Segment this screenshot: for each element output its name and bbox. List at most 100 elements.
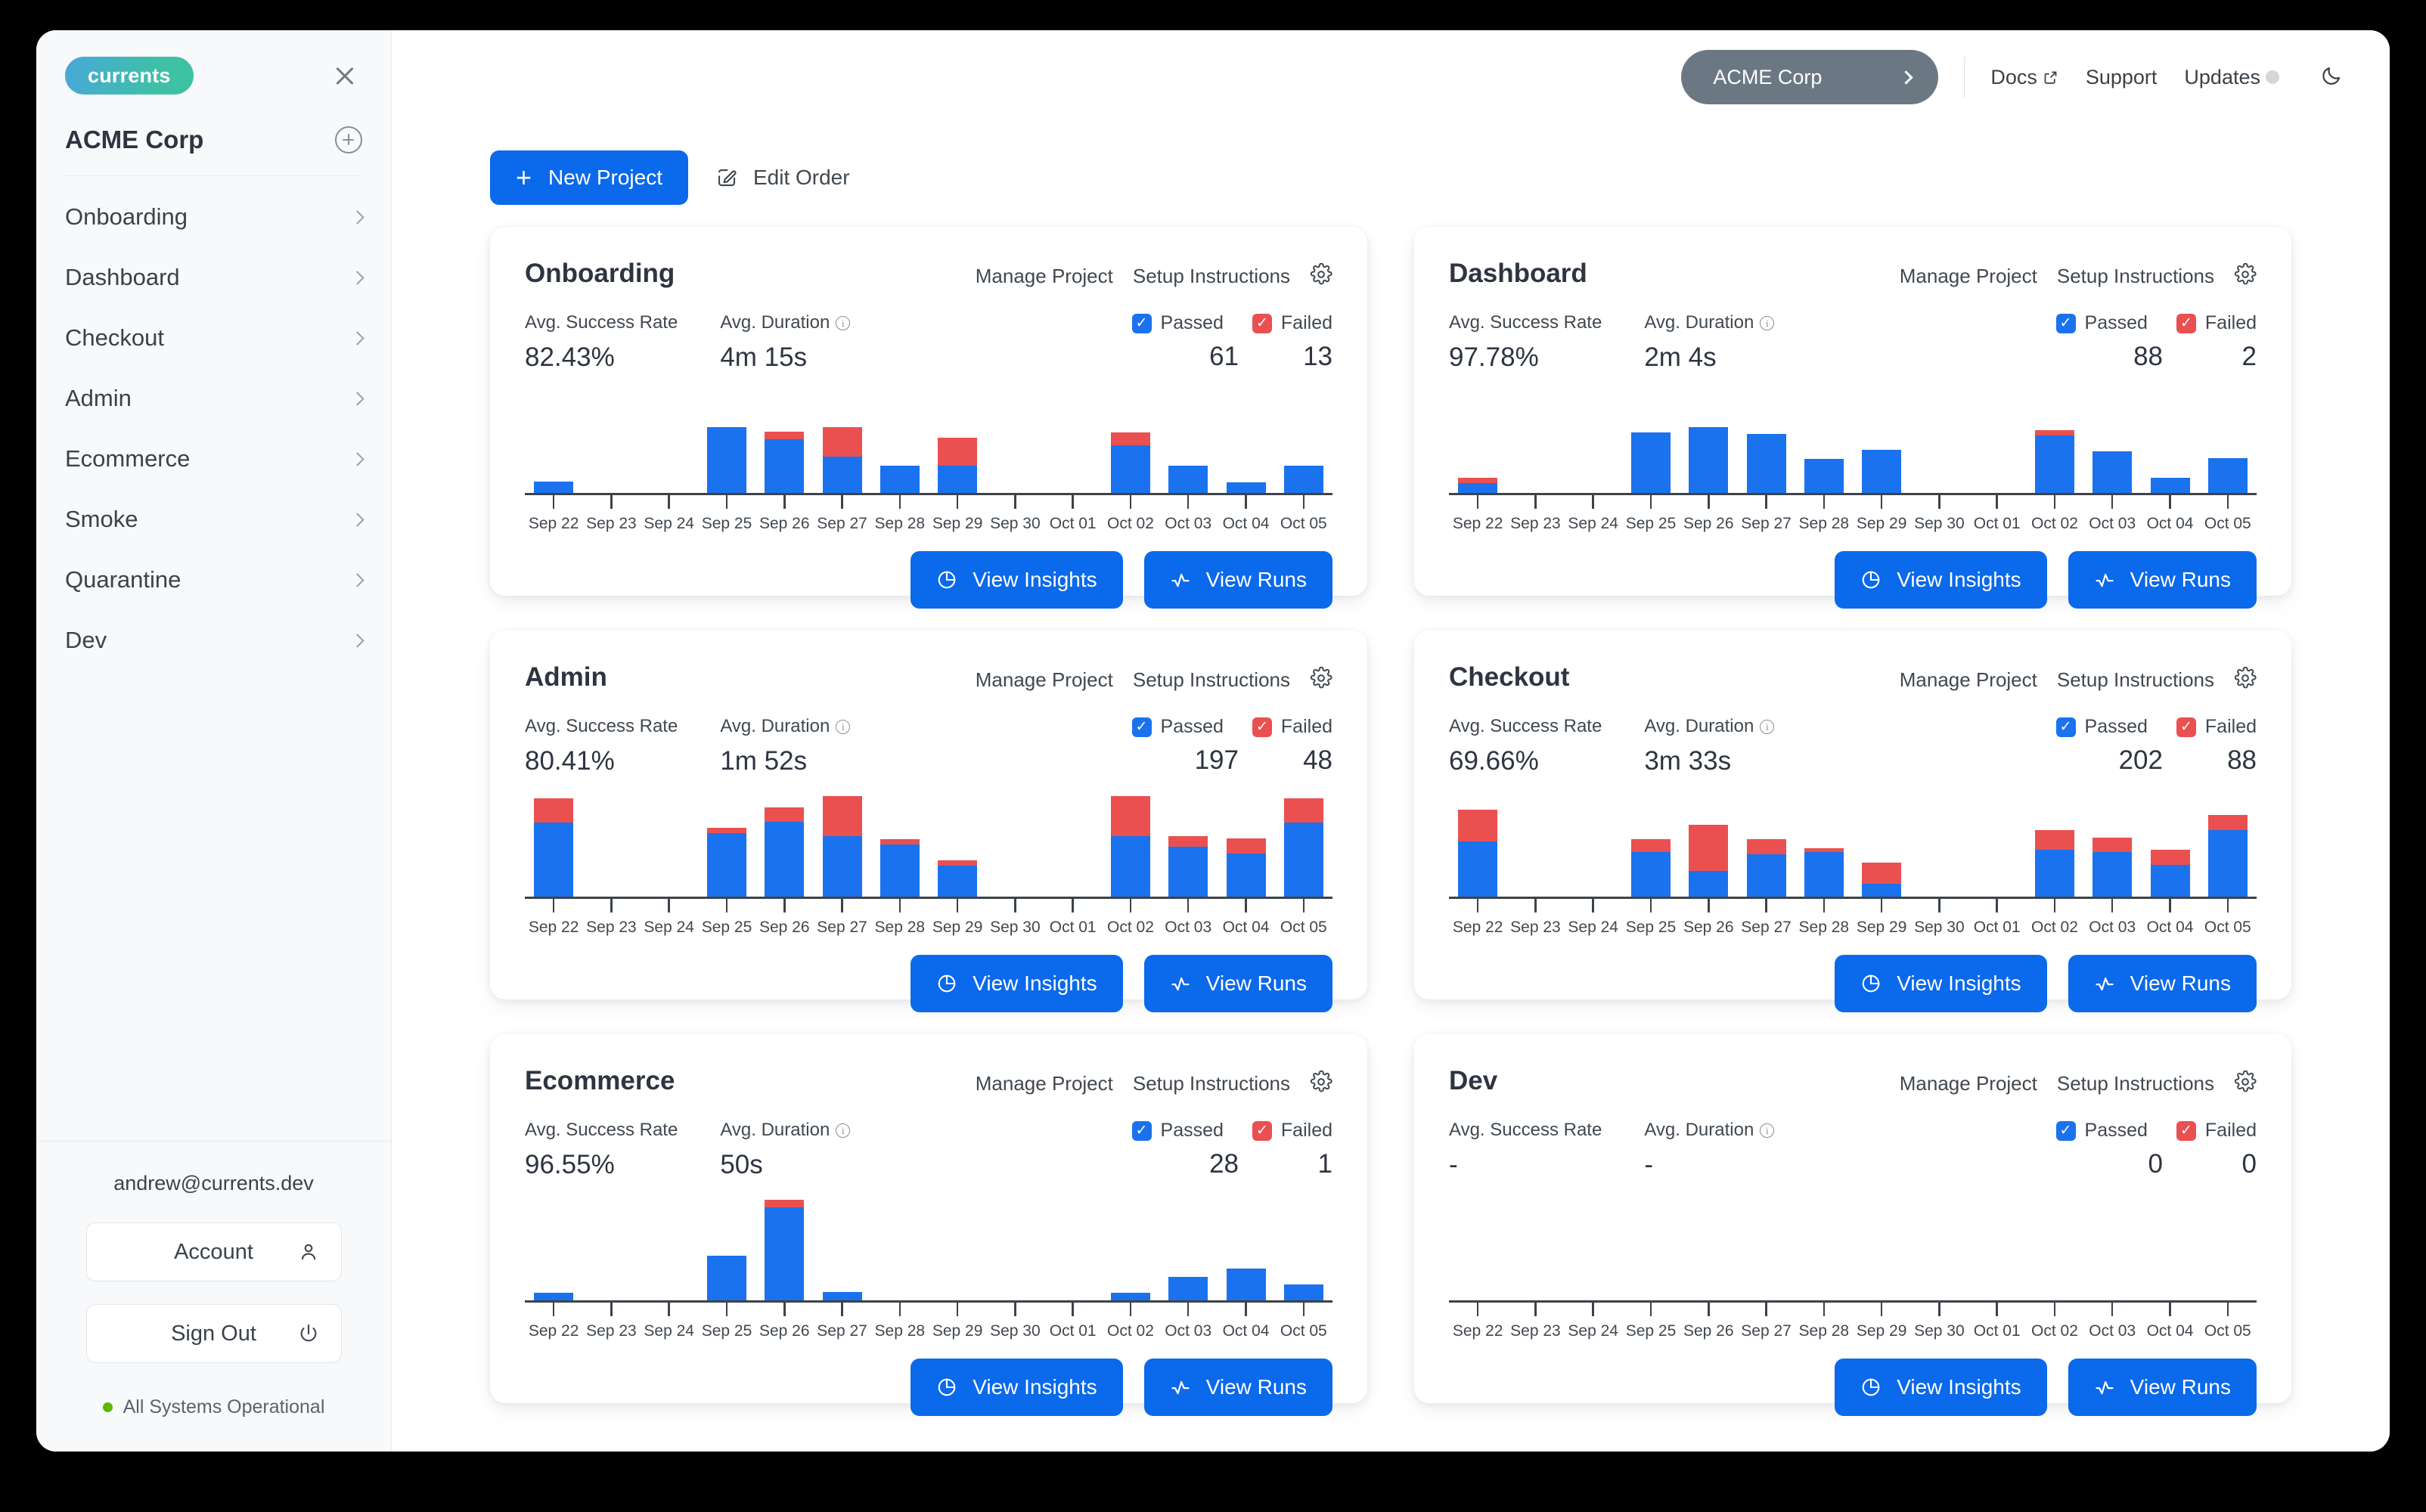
checkbox-passed[interactable]: ✓ xyxy=(2055,1120,2076,1141)
setup-instructions-link[interactable]: Setup Instructions xyxy=(1133,668,1290,692)
chart-bar[interactable] xyxy=(1168,1277,1208,1300)
chart-bar[interactable] xyxy=(822,427,862,493)
checkbox-passed[interactable]: ✓ xyxy=(2055,717,2076,737)
chart-bar[interactable] xyxy=(1689,427,1729,493)
chart-bar[interactable] xyxy=(2150,478,2190,493)
legend-failed[interactable]: ✓ Failed xyxy=(1252,716,1332,738)
info-icon[interactable]: i xyxy=(836,1123,851,1138)
manage-project-link[interactable]: Manage Project xyxy=(1900,265,2037,288)
info-icon[interactable]: i xyxy=(836,719,851,734)
checkbox-passed[interactable]: ✓ xyxy=(2055,313,2076,333)
chart-bar[interactable] xyxy=(1746,433,1786,493)
chart-bar[interactable] xyxy=(1168,836,1208,897)
sidebar-item-smoke[interactable]: Smoke xyxy=(65,489,365,550)
chart-bar[interactable] xyxy=(2093,451,2133,493)
sidebar-item-ecommerce[interactable]: Ecommerce xyxy=(65,429,365,489)
chart-bar[interactable] xyxy=(1630,432,1671,493)
legend-failed[interactable]: ✓ Failed xyxy=(1252,312,1332,334)
chart-bar[interactable] xyxy=(2034,829,2074,897)
checkbox-failed[interactable]: ✓ xyxy=(1252,717,1272,737)
info-icon[interactable]: i xyxy=(836,315,851,330)
view-runs-button[interactable]: View Runs xyxy=(2068,955,2257,1012)
chart-bar[interactable] xyxy=(706,828,746,897)
manage-project-link[interactable]: Manage Project xyxy=(976,1072,1113,1095)
gear-icon[interactable] xyxy=(1310,262,1332,290)
setup-instructions-link[interactable]: Setup Instructions xyxy=(1133,1072,1290,1095)
gear-icon[interactable] xyxy=(2234,666,2257,693)
setup-instructions-link[interactable]: Setup Instructions xyxy=(2057,1072,2214,1095)
sidebar-item-quarantine[interactable]: Quarantine xyxy=(65,550,365,610)
chart-bar[interactable] xyxy=(1226,838,1266,897)
close-icon[interactable] xyxy=(327,58,362,93)
gear-icon[interactable] xyxy=(2234,262,2257,290)
chart-bar[interactable] xyxy=(1689,824,1729,897)
chart-bar[interactable] xyxy=(822,796,862,897)
legend-failed[interactable]: ✓ Failed xyxy=(2176,1120,2257,1142)
chart-bar[interactable] xyxy=(765,431,805,493)
support-link[interactable]: Support xyxy=(2086,66,2158,89)
updates-link[interactable]: Updates xyxy=(2184,66,2279,89)
chart-bar[interactable] xyxy=(822,1291,862,1300)
checkbox-failed[interactable]: ✓ xyxy=(1252,313,1272,333)
gear-icon[interactable] xyxy=(2234,1070,2257,1097)
chart-bar[interactable] xyxy=(1110,432,1150,493)
checkbox-failed[interactable]: ✓ xyxy=(2176,717,2196,737)
chart-bar[interactable] xyxy=(1746,839,1786,897)
legend-failed[interactable]: ✓ Failed xyxy=(1252,1120,1332,1142)
chart-bar[interactable] xyxy=(1630,839,1671,897)
view-insights-button[interactable]: View Insights xyxy=(1835,551,2047,609)
view-insights-button[interactable]: View Insights xyxy=(911,1359,1123,1416)
chart-bar[interactable] xyxy=(1283,1284,1323,1300)
gear-icon[interactable] xyxy=(1310,1070,1332,1097)
chart-bar[interactable] xyxy=(706,427,746,493)
chart-bar[interactable] xyxy=(880,465,920,493)
sign-out-button[interactable]: Sign Out xyxy=(85,1304,342,1363)
chart-bar[interactable] xyxy=(2207,457,2248,493)
sidebar-item-admin[interactable]: Admin xyxy=(65,368,365,429)
manage-project-link[interactable]: Manage Project xyxy=(976,265,1113,288)
sidebar-item-dashboard[interactable]: Dashboard xyxy=(65,247,365,308)
sidebar-item-dev[interactable]: Dev xyxy=(65,610,365,671)
chart-bar[interactable] xyxy=(2093,837,2133,897)
chart-bar[interactable] xyxy=(1110,1293,1150,1300)
chart-bar[interactable] xyxy=(1458,810,1498,897)
view-runs-button[interactable]: View Runs xyxy=(2068,551,2257,609)
view-runs-button[interactable]: View Runs xyxy=(2068,1359,2257,1416)
chart-bar[interactable] xyxy=(2207,815,2248,897)
chart-bar[interactable] xyxy=(534,1293,574,1300)
checkbox-passed[interactable]: ✓ xyxy=(1131,1120,1152,1141)
checkbox-failed[interactable]: ✓ xyxy=(2176,313,2196,333)
chart-bar[interactable] xyxy=(1226,482,1266,493)
chart-bar[interactable] xyxy=(2034,430,2074,493)
setup-instructions-link[interactable]: Setup Instructions xyxy=(2057,668,2214,692)
legend-passed[interactable]: ✓ Passed xyxy=(1131,312,1224,334)
view-insights-button[interactable]: View Insights xyxy=(1835,1359,2047,1416)
account-button[interactable]: Account xyxy=(85,1222,342,1281)
view-runs-button[interactable]: View Runs xyxy=(1143,1359,1332,1416)
legend-failed[interactable]: ✓ Failed xyxy=(2176,312,2257,334)
chart-bar[interactable] xyxy=(1283,798,1323,897)
chart-bar[interactable] xyxy=(706,1256,746,1300)
info-icon[interactable]: i xyxy=(1760,315,1775,330)
view-insights-button[interactable]: View Insights xyxy=(1835,955,2047,1012)
chart-bar[interactable] xyxy=(1804,847,1844,897)
chart-bar[interactable] xyxy=(1862,863,1902,897)
manage-project-link[interactable]: Manage Project xyxy=(1900,1072,2037,1095)
org-switcher-button[interactable]: ACME Corp xyxy=(1681,50,1939,104)
plus-circle-icon[interactable] xyxy=(335,126,362,153)
checkbox-passed[interactable]: ✓ xyxy=(1131,717,1152,737)
manage-project-link[interactable]: Manage Project xyxy=(976,668,1113,692)
chart-bar[interactable] xyxy=(938,438,978,493)
sidebar-item-checkout[interactable]: Checkout xyxy=(65,308,365,368)
chart-bar[interactable] xyxy=(1862,449,1902,493)
info-icon[interactable]: i xyxy=(1760,719,1775,734)
moon-icon[interactable] xyxy=(2320,64,2343,91)
view-runs-button[interactable]: View Runs xyxy=(1143,955,1332,1012)
chart-bar[interactable] xyxy=(534,798,574,897)
chart-bar[interactable] xyxy=(765,807,805,897)
gear-icon[interactable] xyxy=(1310,666,1332,693)
chart-bar[interactable] xyxy=(1110,796,1150,897)
checkbox-passed[interactable]: ✓ xyxy=(1131,313,1152,333)
chart-bar[interactable] xyxy=(1283,465,1323,493)
info-icon[interactable]: i xyxy=(1760,1123,1775,1138)
